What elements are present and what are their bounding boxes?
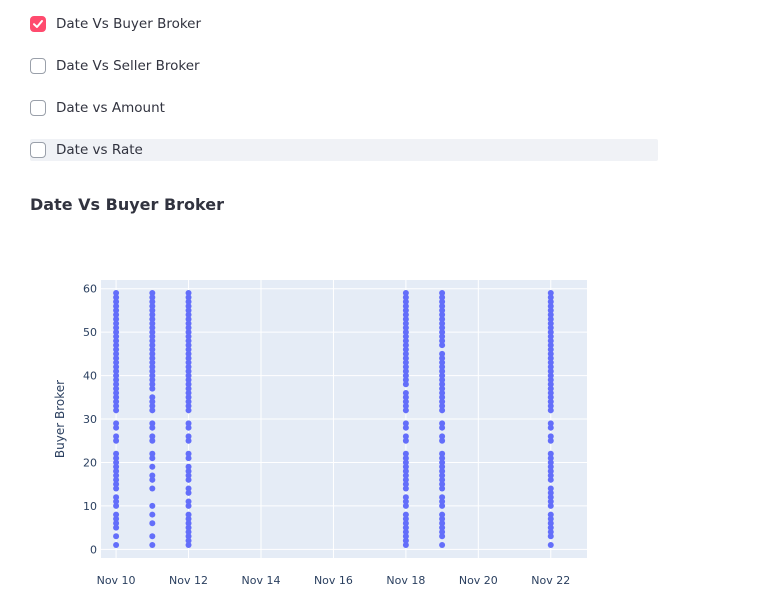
scatter-point[interactable]: [402, 420, 409, 427]
checkbox-date-vs-rate[interactable]: Date vs Rate: [30, 139, 658, 161]
scatter-point[interactable]: [113, 433, 120, 440]
checkbox-checked-box[interactable]: [30, 16, 46, 32]
x-tick-label: Nov 16: [314, 574, 353, 585]
y-tick-label: 50: [83, 326, 97, 339]
checkbox-date-vs-buyer-broker[interactable]: Date Vs Buyer Broker: [30, 13, 201, 35]
checkbox-label: Date vs Rate: [56, 142, 143, 158]
scatter-point[interactable]: [439, 350, 446, 357]
scatter-point[interactable]: [547, 420, 554, 427]
scatter-point[interactable]: [547, 290, 554, 297]
scatter-point[interactable]: [113, 511, 120, 518]
scatter-point[interactable]: [149, 520, 156, 527]
scatter-point[interactable]: [402, 433, 409, 440]
checkbox-label: Date Vs Seller Broker: [56, 58, 200, 74]
checkmark-icon: [33, 20, 43, 28]
y-axis-label: Buyer Broker: [53, 380, 67, 458]
scatter-point[interactable]: [149, 485, 156, 492]
scatter-point[interactable]: [547, 511, 554, 518]
scatter-point[interactable]: [113, 450, 120, 457]
checkbox-label: Date vs Amount: [56, 100, 165, 116]
scatter-point[interactable]: [149, 463, 156, 470]
chart-title: Date Vs Buyer Broker: [30, 195, 224, 214]
scatter-point[interactable]: [402, 389, 409, 396]
checkbox-label: Date Vs Buyer Broker: [56, 16, 202, 32]
scatter-point[interactable]: [149, 433, 156, 440]
scatter-point[interactable]: [149, 420, 156, 427]
x-tick-label: Nov 18: [386, 574, 425, 585]
scatter-point[interactable]: [185, 290, 192, 297]
scatter-point[interactable]: [113, 533, 120, 540]
x-tick-labels: Nov 10 Nov 12 Nov 14 Nov 16 Nov 18 Nov 20 Nov …: [97, 574, 571, 585]
checkbox-unchecked-box[interactable]: [30, 100, 46, 116]
scatter-point[interactable]: [185, 450, 192, 457]
y-tick-label: 10: [83, 500, 97, 513]
scatter-point[interactable]: [439, 541, 446, 548]
scatter-chart[interactable]: Nov 10 Nov 12 Nov 14 Nov 16 Nov 18 Nov 20 Nov …: [0, 240, 640, 585]
y-tick-label: 40: [83, 370, 97, 383]
scatter-point[interactable]: [185, 420, 192, 427]
scatter-point[interactable]: [185, 498, 192, 505]
scatter-point[interactable]: [113, 290, 120, 297]
x-tick-label: Nov 20: [459, 574, 498, 585]
checkbox-unchecked-box[interactable]: [30, 142, 46, 158]
scatter-point[interactable]: [149, 450, 156, 457]
scatter-point[interactable]: [149, 290, 156, 297]
scatter-point[interactable]: [185, 463, 192, 470]
scatter-point[interactable]: [113, 541, 120, 548]
y-tick-label: 20: [83, 456, 97, 469]
scatter-point[interactable]: [547, 433, 554, 440]
y-tick-label: 60: [83, 283, 97, 296]
scatter-point[interactable]: [439, 494, 446, 501]
scatter-point[interactable]: [149, 502, 156, 509]
scatter-point[interactable]: [149, 533, 156, 540]
scatter-point[interactable]: [149, 541, 156, 548]
x-tick-label: Nov 22: [531, 574, 570, 585]
scatter-point[interactable]: [185, 511, 192, 518]
scatter-point[interactable]: [439, 420, 446, 427]
x-tick-label: Nov 12: [169, 574, 208, 585]
y-tick-label: 0: [90, 543, 97, 556]
scatter-point[interactable]: [439, 290, 446, 297]
checkbox-date-vs-amount[interactable]: Date vs Amount: [30, 97, 165, 119]
y-tick-label: 30: [83, 413, 97, 426]
scatter-point[interactable]: [402, 290, 409, 297]
page: Date Vs Buyer Broker Date Vs Seller Brok…: [0, 0, 783, 604]
scatter-point[interactable]: [547, 485, 554, 492]
scatter-point[interactable]: [439, 511, 446, 518]
scatter-point[interactable]: [149, 472, 156, 479]
scatter-point[interactable]: [149, 511, 156, 518]
y-tick-labels: 0 10 20 30 40 50 60: [83, 283, 97, 557]
scatter-point[interactable]: [402, 511, 409, 518]
checkbox-unchecked-box[interactable]: [30, 58, 46, 74]
scatter-point[interactable]: [547, 541, 554, 548]
scatter-point[interactable]: [547, 450, 554, 457]
scatter-point[interactable]: [113, 494, 120, 501]
scatter-point[interactable]: [113, 420, 120, 427]
scatter-point[interactable]: [439, 433, 446, 440]
x-tick-label: Nov 10: [97, 574, 136, 585]
scatter-point[interactable]: [402, 450, 409, 457]
scatter-point[interactable]: [402, 494, 409, 501]
scatter-point[interactable]: [149, 394, 156, 401]
x-tick-label: Nov 14: [242, 574, 281, 585]
checkbox-date-vs-seller-broker[interactable]: Date Vs Seller Broker: [30, 55, 200, 77]
scatter-point[interactable]: [185, 433, 192, 440]
scatter-point[interactable]: [185, 485, 192, 492]
scatter-point[interactable]: [439, 450, 446, 457]
